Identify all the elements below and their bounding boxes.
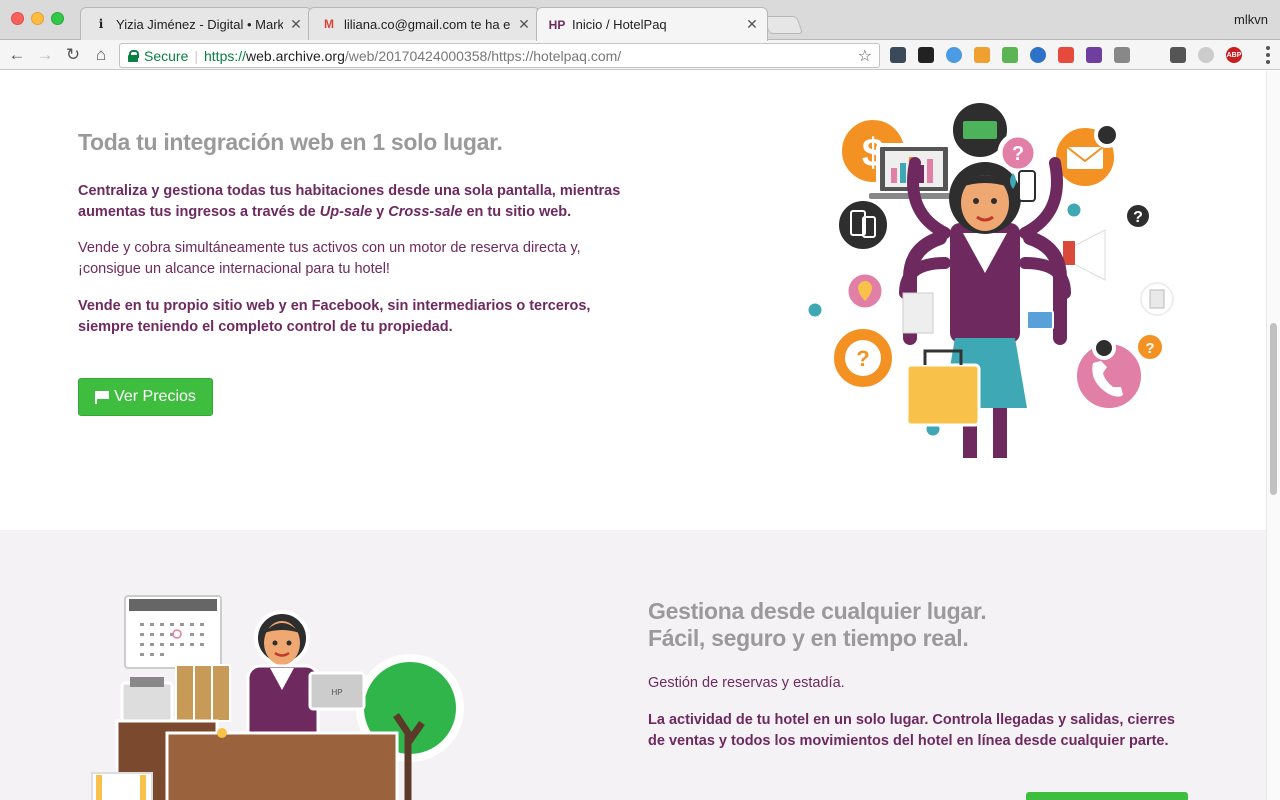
gray-extension-icon[interactable] [1114, 47, 1130, 63]
tab-title: Yizia Jiménez - Digital • Marke [116, 16, 283, 32]
upsale-text: Up-sale [319, 204, 373, 220]
red-extension-icon[interactable] [1058, 47, 1074, 63]
gmail-icon: M [324, 17, 334, 31]
address-bar[interactable]: Secure | https://web.archive.org/web/201… [119, 43, 880, 68]
browser-tab-bar: i Yizia Jiménez - Digital • Marke ✕ M li… [0, 0, 1280, 41]
info-icon: i [98, 17, 104, 31]
reload-icon[interactable]: ↻ [63, 45, 83, 65]
browser-tab[interactable]: M liliana.co@gmail.com te ha env ✕ [308, 7, 540, 40]
browser-tab[interactable]: i Yizia Jiménez - Digital • Marke ✕ [80, 7, 312, 40]
svg-text:?: ? [1133, 209, 1143, 226]
secure-label: Secure [144, 47, 189, 64]
adblock-plus-icon[interactable]: ABP [1226, 47, 1242, 63]
url-scheme: https:// [204, 47, 247, 64]
close-tab-icon[interactable]: ✕ [745, 16, 759, 33]
section-paragraph: Vende en tu propio sitio web y en Facebo… [78, 298, 591, 335]
section2-title: Gestiona desde cualquier lugar. Fácil, s… [648, 598, 987, 652]
forward-arrow-icon[interactable]: → [35, 45, 55, 65]
section2-subtitle: Gestión de reservas y estadía. [648, 675, 845, 691]
svg-text:?: ? [856, 346, 869, 371]
multitasking-woman-illustration: $ ? ? ? ? [805, 97, 1174, 458]
section2-button[interactable] [1026, 792, 1188, 800]
buffer-extension-icon[interactable] [918, 47, 934, 63]
profile-name[interactable]: mlkvn [1234, 12, 1268, 27]
todoist-extension-icon[interactable] [946, 47, 962, 63]
maximize-window-button[interactable] [51, 12, 64, 25]
section-title: Toda tu integración web en 1 solo lugar. [78, 129, 503, 155]
vertical-scrollbar[interactable] [1266, 71, 1280, 800]
section-paragraph: Vende y cobra simultáneamente tus activo… [78, 240, 581, 277]
hotelpaq-icon: HP [548, 17, 566, 32]
url-path: /web/20170424000358/https://hotelpaq.com… [344, 47, 622, 64]
section-paragraph: Centraliza y gestiona todas tus habitaci… [78, 181, 638, 223]
tab-title: liliana.co@gmail.com te ha env [344, 16, 511, 32]
button-label: Ver Precios [114, 388, 196, 405]
svg-text:?: ? [1145, 340, 1154, 357]
back-arrow-icon[interactable]: ← [7, 45, 27, 65]
tab-title: Inicio / HotelPaq [572, 17, 667, 32]
browser-menu-icon[interactable] [1266, 46, 1270, 64]
close-tab-icon[interactable]: ✕ [289, 16, 303, 33]
browser-toolbar: ← → ↻ ⌂ Secure | https://web.archive.org… [0, 40, 1280, 70]
svg-text:HP: HP [331, 688, 342, 697]
section2-paragraph: La actividad de tu hotel en un solo luga… [648, 712, 1175, 749]
crosssale-text: Cross-sale [388, 204, 463, 220]
svg-text:?: ? [1012, 143, 1024, 165]
bookmark-star-icon[interactable]: ☆ [858, 46, 872, 66]
close-window-button[interactable] [11, 12, 24, 25]
minimize-window-button[interactable] [31, 12, 44, 25]
b-extension-icon[interactable] [1086, 47, 1102, 63]
title-line: Gestiona desde cualquier lugar. [648, 598, 987, 624]
ver-precios-button[interactable]: Ver Precios [78, 378, 213, 416]
title-line: Fácil, seguro y en tiempo real. [648, 625, 969, 651]
hotel-reception-illustration: HP [91, 595, 464, 800]
url-host: web.archive.org [246, 47, 345, 64]
new-badge-extension-icon[interactable] [1002, 47, 1018, 63]
close-tab-icon[interactable]: ✕ [517, 16, 531, 33]
home-icon[interactable]: ⌂ [91, 45, 111, 65]
new-tab-button[interactable] [762, 16, 804, 34]
r-extension-icon[interactable] [1142, 47, 1158, 63]
browser-tab-active[interactable]: HP Inicio / HotelPaq ✕ [536, 7, 768, 41]
page-viewport: Toda tu integración web en 1 solo lugar.… [0, 71, 1266, 800]
calendar-extension-icon[interactable] [974, 47, 990, 63]
flag-icon [95, 391, 110, 404]
dots-extension-icon[interactable] [1170, 47, 1186, 63]
scrollbar-thumb[interactable] [1270, 323, 1277, 495]
paragraph-text: en tu sitio web. [462, 204, 572, 220]
evernote-extension-icon[interactable] [890, 47, 906, 63]
divider: | [194, 47, 198, 64]
a-extension-icon[interactable] [1030, 47, 1046, 63]
paragraph-text: y [372, 204, 389, 220]
lock-icon [128, 50, 139, 62]
skype-extension-icon[interactable] [1198, 47, 1214, 63]
